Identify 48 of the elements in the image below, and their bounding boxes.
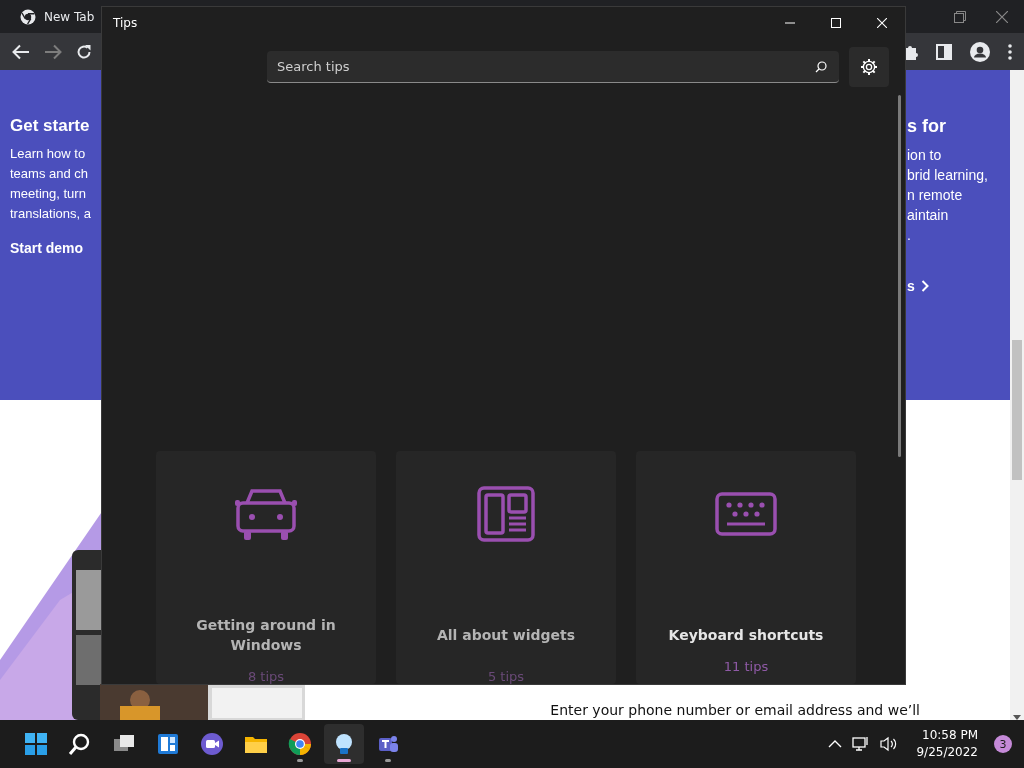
search-icon: [68, 732, 92, 756]
card-title: Keyboard shortcuts: [668, 626, 824, 645]
tip-category-card[interactable]: Getting around in Windows 8 tips: [156, 451, 376, 684]
notification-badge[interactable]: 3: [994, 735, 1012, 753]
search-icon: [815, 61, 827, 73]
taskbar-app[interactable]: [324, 724, 364, 764]
card-title: Getting around in Windows: [195, 616, 337, 655]
volume-icon[interactable]: [880, 736, 899, 752]
start-icon: [24, 732, 48, 756]
widget-board-icon: [477, 486, 535, 542]
scroll-thumb[interactable]: [1012, 340, 1022, 480]
chrome-icon: [20, 8, 36, 25]
clock-date[interactable]: 9/25/2022: [916, 744, 978, 761]
promo-text: ion to brid learning, n remote aintain .: [907, 146, 989, 245]
maximize-icon[interactable]: [831, 18, 841, 28]
window-title: Tips: [113, 16, 138, 30]
tip-count: 11 tips: [723, 659, 769, 674]
widgets-icon: [156, 732, 180, 756]
profile-icon[interactable]: [970, 41, 990, 62]
menu-icon[interactable]: [1008, 43, 1012, 60]
network-icon[interactable]: [852, 736, 871, 752]
reload-icon[interactable]: [76, 43, 92, 60]
keyboard-icon: [715, 492, 777, 536]
promo-link[interactable]: Start demo: [10, 240, 84, 256]
signup-text: Enter your phone number or email address and we’ll: [550, 702, 920, 718]
settings-icon: [860, 58, 878, 76]
tab-title[interactable]: New Tab: [44, 9, 95, 24]
promo-heading: s for: [907, 116, 947, 137]
scrollbar[interactable]: [1010, 70, 1024, 720]
chrome-icon: [288, 732, 312, 756]
tip-category-card[interactable]: All about widgets 5 tips: [396, 451, 616, 684]
promo-heading: Get starte: [10, 116, 91, 136]
scrollbar[interactable]: [898, 95, 901, 457]
video-chat-icon: [200, 732, 224, 756]
search-field[interactable]: Search tips: [267, 51, 839, 83]
clock-time[interactable]: 10:58 PM: [922, 727, 978, 744]
card-title: All about widgets: [436, 626, 576, 645]
tip-count: 5 tips: [487, 669, 525, 684]
tip-count: 8 tips: [247, 669, 285, 684]
promo-link[interactable]: s: [907, 278, 929, 294]
back-icon[interactable]: [12, 43, 30, 60]
tip-category-card[interactable]: Keyboard shortcuts 11 tips: [636, 451, 856, 684]
chevron-right-icon: [920, 280, 929, 292]
promo-text: Learn how to teams and ch meeting, turn translations, a: [10, 145, 92, 223]
chevron-up-icon[interactable]: [828, 740, 843, 748]
side-panel-icon[interactable]: [936, 43, 952, 60]
restore-icon[interactable]: [954, 10, 966, 23]
settings-button[interactable]: [849, 47, 889, 87]
